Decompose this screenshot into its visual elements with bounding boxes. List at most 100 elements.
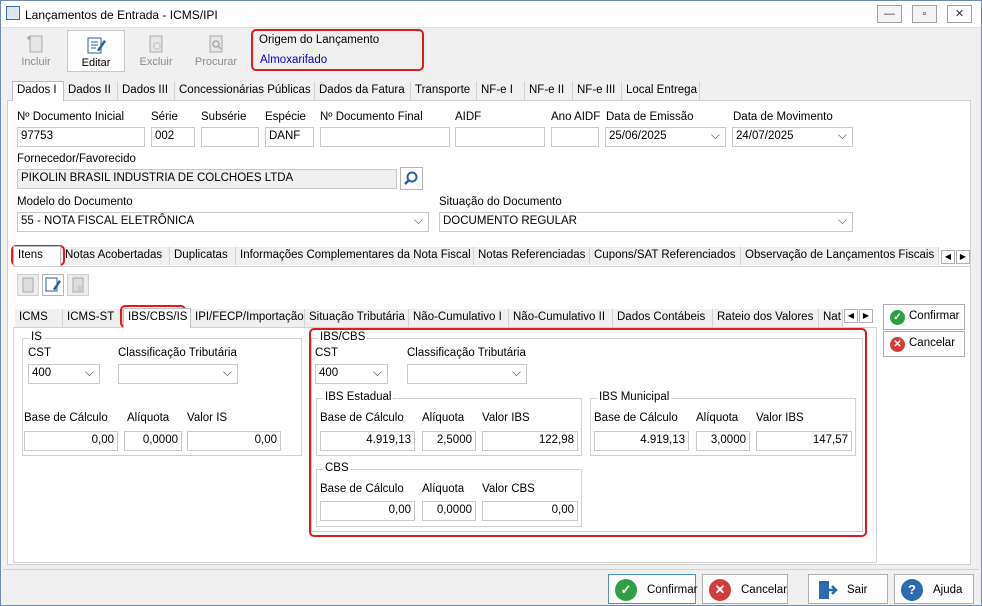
tab-nao-cumulativo-i[interactable]: Não-Cumulativo I bbox=[409, 309, 509, 327]
edit-item-icon bbox=[45, 277, 61, 292]
excluir-button[interactable]: Excluir bbox=[127, 30, 185, 72]
procurar-button[interactable]: Procurar bbox=[187, 30, 245, 72]
tab-nfe-ii[interactable]: NF-e II bbox=[525, 82, 573, 100]
sair-label: Sair bbox=[847, 584, 868, 596]
tab-ipi-fecp[interactable]: IPI/FECP/Importação bbox=[191, 309, 305, 327]
tab-nfe-i[interactable]: NF-e I bbox=[477, 82, 525, 100]
tab-icms-st[interactable]: ICMS-ST bbox=[63, 309, 123, 327]
fornecedor-field[interactable]: PIKOLIN BRASIL INDUSTRIA DE COLCHOES LTD… bbox=[17, 169, 397, 189]
item-delete-button[interactable] bbox=[67, 274, 89, 296]
emissao-value: 25/06/2025 bbox=[609, 130, 667, 142]
especie-field[interactable]: DANF bbox=[265, 127, 314, 147]
search-icon bbox=[404, 171, 418, 185]
tab-observacao[interactable]: Observação de Lançamentos Fiscais (C bbox=[741, 247, 939, 265]
main-window: Lançamentos de Entrada - ICMS/IPI — ▫ ✕ … bbox=[0, 0, 982, 606]
doc-inicial-field[interactable]: 97753 bbox=[17, 127, 145, 147]
title-bar: Lançamentos de Entrada - ICMS/IPI — ▫ ✕ bbox=[1, 1, 981, 28]
tab-transporte[interactable]: Transporte bbox=[411, 82, 477, 100]
is-group-title: IS bbox=[29, 331, 44, 343]
item-edit-button[interactable] bbox=[42, 274, 64, 296]
movimento-date-picker[interactable]: 24/07/2025 bbox=[732, 127, 853, 147]
tab-itens[interactable]: Itens bbox=[13, 246, 61, 266]
emissao-label: Data de Emissão bbox=[606, 111, 694, 123]
incluir-label: Incluir bbox=[21, 56, 51, 68]
exit-icon bbox=[819, 581, 838, 599]
item-tab-scroll-left[interactable]: ◀ bbox=[844, 309, 858, 323]
tab-dados-fatura[interactable]: Dados da Fatura bbox=[315, 82, 411, 100]
check-icon: ✓ bbox=[890, 310, 905, 325]
new-item-icon bbox=[22, 277, 34, 293]
situacao-value: DOCUMENTO REGULAR bbox=[443, 215, 577, 227]
tab-dados-contabeis[interactable]: Dados Contábeis bbox=[613, 309, 713, 327]
tab-info-complementares[interactable]: Informações Complementares da Nota Fisca… bbox=[236, 247, 474, 265]
is-aliq-field[interactable]: 0,0000 bbox=[124, 431, 182, 451]
doc-final-field[interactable] bbox=[320, 127, 450, 147]
situacao-label: Situação do Documento bbox=[439, 196, 562, 208]
is-valor-field[interactable]: 0,00 bbox=[187, 431, 281, 451]
tab-duplicatas[interactable]: Duplicatas bbox=[170, 247, 236, 265]
item-tab-strip: ICMS ICMS-ST IBS/CBS/IS IPI/FECP/Importa… bbox=[15, 308, 877, 328]
tab-situacao-tributaria[interactable]: Situação Tributária bbox=[305, 309, 409, 327]
item-tab-scroll-right[interactable]: ▶ bbox=[859, 309, 873, 323]
tab-nat[interactable]: Nat bbox=[819, 309, 843, 327]
is-base-field[interactable]: 0,00 bbox=[24, 431, 118, 451]
tab-dados-i[interactable]: Dados I bbox=[12, 81, 64, 101]
cancelar-label: Cancelar bbox=[741, 584, 788, 596]
aidf-field[interactable] bbox=[455, 127, 545, 147]
ajuda-label: Ajuda bbox=[933, 584, 963, 596]
emissao-date-picker[interactable]: 25/06/2025 bbox=[605, 127, 726, 147]
is-valor-label: Valor IS bbox=[187, 412, 228, 424]
serie-label: Série bbox=[151, 111, 178, 123]
incluir-button[interactable]: Incluir bbox=[7, 30, 65, 72]
tab-local-entrega[interactable]: Local Entrega bbox=[622, 82, 700, 100]
sair-button[interactable]: Sair bbox=[808, 574, 888, 604]
item-cancelar-button[interactable]: ✕ Cancelar bbox=[883, 331, 965, 357]
procurar-label: Procurar bbox=[194, 56, 238, 68]
is-cst-label: CST bbox=[28, 347, 51, 359]
fornecedor-search-button[interactable] bbox=[400, 167, 423, 190]
item-new-button[interactable] bbox=[17, 274, 39, 296]
maximize-button[interactable]: ▫ bbox=[912, 5, 937, 23]
item-confirmar-button[interactable]: ✓ Confirmar bbox=[883, 304, 965, 330]
cancelar-button[interactable]: ✕ Cancelar bbox=[702, 574, 788, 604]
tab-icms[interactable]: ICMS bbox=[15, 309, 63, 327]
ano-aidf-field[interactable] bbox=[551, 127, 599, 147]
subserie-label: Subsérie bbox=[201, 111, 247, 123]
is-base-label: Base de Cálculo bbox=[24, 412, 108, 424]
tab-ibs-cbs-is[interactable]: IBS/CBS/IS bbox=[123, 308, 191, 328]
close-button[interactable]: ✕ bbox=[947, 5, 972, 23]
new-document-icon bbox=[27, 35, 43, 53]
serie-field[interactable]: 002 bbox=[151, 127, 195, 147]
confirmar-button[interactable]: ✓ Confirmar bbox=[608, 574, 697, 604]
mid-tab-scroll-right[interactable]: ▶ bbox=[956, 250, 970, 264]
minimize-button[interactable]: — bbox=[877, 5, 902, 23]
tab-notas-referenciadas[interactable]: Notas Referenciadas bbox=[474, 247, 590, 265]
tab-cupons-sat[interactable]: Cupons/SAT Referenciados bbox=[590, 247, 741, 265]
tab-dados-iii[interactable]: Dados III bbox=[118, 82, 175, 100]
tab-dados-ii[interactable]: Dados II bbox=[64, 82, 118, 100]
tab-rateio-valores[interactable]: Rateio dos Valores bbox=[713, 309, 819, 327]
delete-document-icon bbox=[149, 35, 163, 53]
modelo-value: 55 - NOTA FISCAL ELETRÔNICA bbox=[21, 215, 195, 227]
is-class-select[interactable] bbox=[118, 364, 238, 384]
situacao-select[interactable]: DOCUMENTO REGULAR bbox=[439, 212, 853, 232]
is-cst-select[interactable]: 400 bbox=[28, 364, 100, 384]
bottom-divider bbox=[3, 569, 979, 570]
doc-inicial-label: Nº Documento Inicial bbox=[17, 111, 125, 123]
cancel-icon: ✕ bbox=[890, 337, 905, 352]
tab-nfe-iii[interactable]: NF-e III bbox=[573, 82, 622, 100]
mid-tab-strip: Itens Notas Acobertadas Duplicatas Infor… bbox=[13, 246, 971, 267]
subserie-field[interactable] bbox=[201, 127, 259, 147]
search-document-icon bbox=[209, 35, 223, 53]
window-title: Lançamentos de Entrada - ICMS/IPI bbox=[25, 8, 218, 22]
top-tab-strip: Dados I Dados II Dados III Concessionári… bbox=[7, 81, 971, 101]
mid-tab-scroll-left[interactable]: ◀ bbox=[941, 250, 955, 264]
tab-concessionarias[interactable]: Concessionárias Públicas bbox=[175, 82, 315, 100]
tab-nao-cumulativo-ii[interactable]: Não-Cumulativo II bbox=[509, 309, 613, 327]
modelo-select[interactable]: 55 - NOTA FISCAL ELETRÔNICA bbox=[17, 212, 429, 232]
excluir-label: Excluir bbox=[139, 56, 173, 68]
tab-notas-acobertadas[interactable]: Notas Acobertadas bbox=[61, 247, 170, 265]
editar-button[interactable]: Editar bbox=[67, 30, 125, 72]
ajuda-button[interactable]: ? Ajuda bbox=[894, 574, 974, 604]
is-class-label: Classificação Tributária bbox=[118, 347, 237, 359]
